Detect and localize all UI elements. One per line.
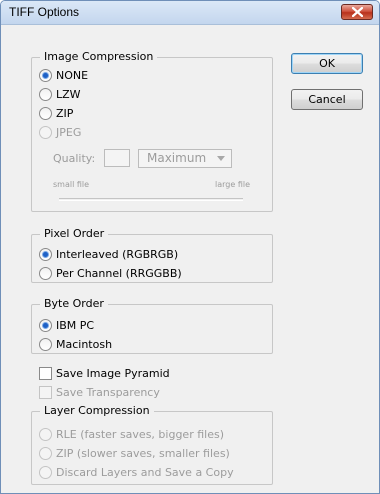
layer-discard-radio: Discard Layers and Save a Copy bbox=[39, 464, 234, 480]
layer-rle-label: RLE (faster saves, bigger files) bbox=[56, 427, 224, 441]
checkbox-indicator bbox=[39, 385, 52, 399]
layer-zip-radio: ZIP (slower saves, smaller files) bbox=[39, 445, 230, 461]
quality-input bbox=[104, 149, 130, 167]
pixel-order-interleaved-label: Interleaved (RGBRGB) bbox=[56, 247, 179, 261]
title-bar[interactable]: TIFF Options bbox=[1, 1, 379, 25]
checkbox-indicator[interactable] bbox=[39, 366, 52, 380]
quality-label: Quality: bbox=[53, 152, 96, 165]
compression-lzw-label: LZW bbox=[56, 87, 81, 101]
save-transparency-label: Save Transparency bbox=[56, 385, 160, 399]
byte-order-ibm-pc-label: IBM PC bbox=[56, 318, 95, 332]
byte-order-macintosh-radio[interactable]: Macintosh bbox=[39, 336, 112, 352]
large-file-label: large file bbox=[215, 180, 250, 189]
byte-order-macintosh-label: Macintosh bbox=[56, 337, 113, 351]
pixel-order-interleaved-radio[interactable]: Interleaved (RGBRGB) bbox=[39, 246, 178, 262]
pixel-order-per-channel-label: Per Channel (RRGGBB) bbox=[56, 266, 182, 280]
pixel-order-per-channel-radio[interactable]: Per Channel (RRGGBB) bbox=[39, 265, 182, 281]
quality-slider bbox=[59, 198, 243, 201]
compression-jpeg-label: JPEG bbox=[56, 125, 82, 139]
layer-zip-label: ZIP (slower saves, smaller files) bbox=[56, 446, 230, 460]
radio-indicator bbox=[39, 446, 52, 460]
radio-indicator bbox=[39, 427, 52, 441]
radio-indicator[interactable] bbox=[39, 318, 52, 332]
radio-indicator[interactable] bbox=[39, 68, 52, 82]
close-button[interactable] bbox=[341, 4, 373, 20]
close-icon bbox=[352, 7, 363, 17]
radio-indicator bbox=[39, 125, 52, 139]
compression-zip-label: ZIP bbox=[56, 106, 74, 120]
tiff-options-dialog: TIFF Options Image Compression NONE LZW … bbox=[0, 0, 380, 494]
layer-rle-radio: RLE (faster saves, bigger files) bbox=[39, 426, 224, 442]
byte-order-ibm-pc-radio[interactable]: IBM PC bbox=[39, 317, 94, 333]
save-image-pyramid-checkbox[interactable]: Save Image Pyramid bbox=[39, 365, 170, 381]
radio-indicator[interactable] bbox=[39, 337, 52, 351]
radio-indicator[interactable] bbox=[39, 106, 52, 120]
small-file-label: small file bbox=[53, 180, 90, 189]
layer-compression-legend: Layer Compression bbox=[40, 404, 154, 417]
compression-none-label: NONE bbox=[56, 68, 89, 82]
pixel-order-legend: Pixel Order bbox=[40, 227, 109, 240]
compression-lzw-radio[interactable]: LZW bbox=[39, 86, 81, 102]
compression-jpeg-radio: JPEG bbox=[39, 124, 81, 140]
window-title: TIFF Options bbox=[9, 5, 80, 19]
cancel-button[interactable]: Cancel bbox=[291, 89, 363, 110]
radio-indicator bbox=[39, 465, 52, 479]
layer-discard-label: Discard Layers and Save a Copy bbox=[56, 465, 234, 479]
radio-indicator[interactable] bbox=[39, 247, 52, 261]
image-compression-legend: Image Compression bbox=[40, 50, 158, 63]
ok-button[interactable]: OK bbox=[291, 53, 363, 74]
compression-none-radio[interactable]: NONE bbox=[39, 67, 88, 83]
byte-order-legend: Byte Order bbox=[40, 297, 108, 310]
quality-dropdown-value: Maximum bbox=[147, 151, 207, 165]
radio-indicator[interactable] bbox=[39, 266, 52, 280]
chevron-down-icon bbox=[217, 156, 225, 161]
compression-zip-radio[interactable]: ZIP bbox=[39, 105, 73, 121]
save-image-pyramid-label: Save Image Pyramid bbox=[56, 366, 170, 380]
radio-indicator[interactable] bbox=[39, 87, 52, 101]
quality-dropdown: Maximum bbox=[138, 149, 232, 168]
save-transparency-checkbox: Save Transparency bbox=[39, 384, 160, 400]
